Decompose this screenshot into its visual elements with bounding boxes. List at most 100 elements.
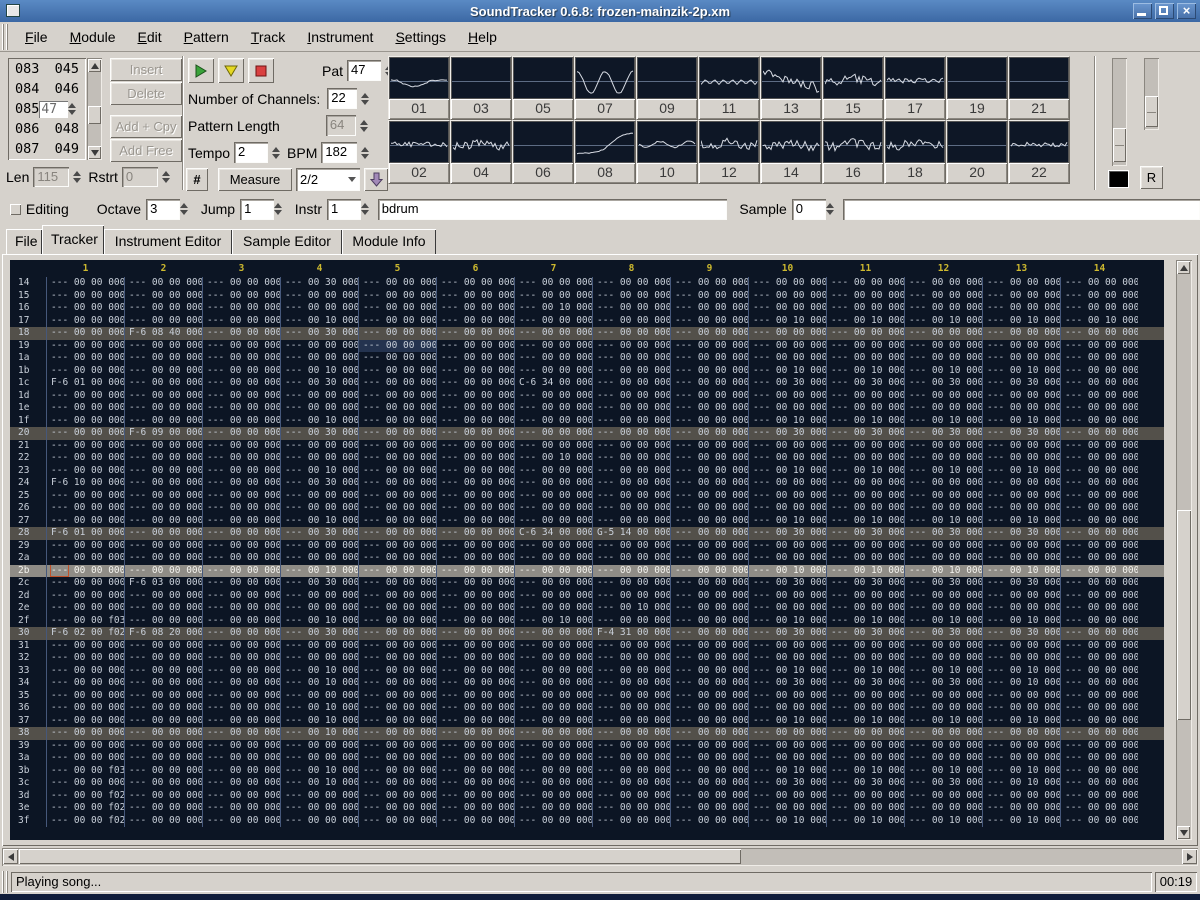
pattern-cell[interactable]: --- 00 10 000 xyxy=(982,777,1060,790)
pattern-cell[interactable]: --- 00 30 000 xyxy=(826,527,904,540)
pattern-cell[interactable]: --- 00 00 000 xyxy=(436,427,514,440)
pattern-cell[interactable]: --- 00 00 000 xyxy=(748,302,826,315)
pattern-cell[interactable]: --- 00 00 000 xyxy=(124,340,202,353)
pattern-cell[interactable]: --- 00 10 000 xyxy=(904,765,982,778)
pattern-cell[interactable]: --- 00 00 000 xyxy=(1060,815,1138,828)
pattern-cell[interactable]: --- 00 00 f02 xyxy=(46,802,124,815)
pattern-cell[interactable]: --- 00 00 000 xyxy=(202,690,280,703)
pattern-cell[interactable]: --- 00 30 000 xyxy=(904,677,982,690)
instrument-preview-19[interactable]: 19 xyxy=(946,56,1008,120)
pattern-cell[interactable]: --- 00 00 000 xyxy=(202,315,280,328)
pattern-cell[interactable]: --- 00 00 000 xyxy=(46,702,124,715)
pattern-cell[interactable]: --- 00 00 000 xyxy=(826,390,904,403)
position-list-item[interactable]: 086048 xyxy=(8,119,86,139)
position-list-item[interactable]: 083045 xyxy=(8,59,86,79)
pattern-cell[interactable]: --- 00 00 000 xyxy=(202,590,280,603)
pattern-cell[interactable]: --- 00 00 f03 xyxy=(46,765,124,778)
pattern-cell[interactable]: --- 00 00 000 xyxy=(514,652,592,665)
position-list-scrollbar[interactable] xyxy=(87,58,102,160)
pattern-cell[interactable]: --- 00 00 000 xyxy=(826,640,904,653)
pattern-cell[interactable]: --- 00 00 000 xyxy=(358,302,436,315)
pattern-cell[interactable]: --- 00 10 000 xyxy=(748,565,826,578)
pattern-cell[interactable]: --- 00 10 000 xyxy=(826,665,904,678)
pattern-cell[interactable]: --- 00 00 000 xyxy=(124,602,202,615)
pattern-cell[interactable]: --- 00 00 000 xyxy=(358,315,436,328)
pattern-cell[interactable]: --- 00 00 000 xyxy=(358,440,436,453)
pattern-cell[interactable]: --- 00 00 000 xyxy=(436,665,514,678)
pattern-cell[interactable]: --- 00 10 000 xyxy=(514,615,592,628)
pattern-cell[interactable]: --- 00 00 000 xyxy=(280,540,358,553)
pattern-cell[interactable]: --- 00 00 000 xyxy=(748,802,826,815)
pattern-cell[interactable]: --- 00 00 000 xyxy=(592,740,670,753)
pattern-cell[interactable]: --- 00 00 000 xyxy=(670,302,748,315)
pattern-cell[interactable]: --- 00 00 000 xyxy=(46,290,124,303)
pattern-cell[interactable]: F-6 03 00 000 xyxy=(124,577,202,590)
pattern-cell[interactable]: --- 00 10 000 xyxy=(826,815,904,828)
pattern-cell[interactable]: --- 00 10 000 xyxy=(748,315,826,328)
song-length-field[interactable]: 115 xyxy=(33,167,69,187)
pattern-cell[interactable]: --- 00 30 000 xyxy=(748,577,826,590)
pattern-cell[interactable]: --- 00 00 000 xyxy=(202,652,280,665)
pattern-cell[interactable]: --- 00 00 000 xyxy=(436,402,514,415)
pattern-cell[interactable]: --- 00 00 000 xyxy=(904,702,982,715)
pattern-cell[interactable]: --- 00 00 000 xyxy=(826,702,904,715)
pattern-cell[interactable]: --- 00 00 000 xyxy=(202,527,280,540)
pattern-cell[interactable]: --- 00 00 000 xyxy=(202,615,280,628)
pattern-cell[interactable]: --- 00 00 000 xyxy=(592,715,670,728)
pattern-cell[interactable]: --- 00 00 000 xyxy=(670,652,748,665)
pattern-cell[interactable]: --- 00 00 000 xyxy=(124,665,202,678)
pattern-cell[interactable]: --- 00 00 000 xyxy=(202,602,280,615)
pattern-cell[interactable]: --- 00 00 000 xyxy=(748,652,826,665)
pattern-cell[interactable]: --- 00 00 000 xyxy=(592,365,670,378)
pattern-cell[interactable]: --- 00 00 000 xyxy=(904,390,982,403)
pattern-cell[interactable]: --- 00 00 000 xyxy=(358,540,436,553)
pattern-cell[interactable]: --- 00 00 000 xyxy=(1060,802,1138,815)
pattern-cell[interactable]: --- 00 00 000 xyxy=(46,752,124,765)
pattern-cell[interactable]: --- 00 00 000 xyxy=(514,777,592,790)
pattern-cell[interactable]: --- 00 00 000 xyxy=(1060,640,1138,653)
pattern-cell[interactable]: --- 00 00 000 xyxy=(748,690,826,703)
pattern-cell[interactable]: --- 00 00 000 xyxy=(904,327,982,340)
jump-field[interactable]: 1 xyxy=(240,199,274,220)
pattern-cell[interactable]: --- 00 00 000 xyxy=(46,402,124,415)
pattern-cell[interactable]: --- 00 00 000 xyxy=(904,640,982,653)
pattern-cell[interactable]: --- 00 00 000 xyxy=(592,727,670,740)
pattern-cell[interactable]: --- 00 00 000 xyxy=(280,290,358,303)
pattern-cell[interactable]: --- 00 00 000 xyxy=(46,440,124,453)
pattern-cell[interactable]: --- 00 00 000 xyxy=(670,740,748,753)
pattern-cell[interactable]: --- 00 00 000 xyxy=(982,727,1060,740)
pattern-cell[interactable]: --- 00 00 000 xyxy=(358,752,436,765)
jazz-edit-button[interactable] xyxy=(364,168,388,191)
pattern-cell[interactable]: --- 00 00 000 xyxy=(202,552,280,565)
pattern-cell[interactable]: --- 00 00 000 xyxy=(826,327,904,340)
instrument-preview-01[interactable]: 01 xyxy=(388,56,450,120)
pattern-cell[interactable]: --- 00 10 000 xyxy=(280,677,358,690)
pattern-cell[interactable]: --- 00 00 000 xyxy=(904,340,982,353)
pattern-cell[interactable]: --- 00 00 f03 xyxy=(46,615,124,628)
pattern-cell[interactable]: --- 00 10 000 xyxy=(514,452,592,465)
measure-combo[interactable]: 2/2 xyxy=(296,168,360,191)
pattern-length-field[interactable]: 64 xyxy=(326,115,356,136)
pattern-cell[interactable]: --- 00 00 000 xyxy=(436,740,514,753)
bpm-field[interactable]: 182 xyxy=(321,142,357,163)
pattern-cell[interactable]: --- 00 10 000 xyxy=(592,602,670,615)
menu-help[interactable]: Help xyxy=(457,24,508,50)
pattern-cell[interactable]: --- 00 00 000 xyxy=(124,752,202,765)
pattern-cell[interactable]: --- 00 00 000 xyxy=(46,277,124,290)
pattern-cell[interactable]: --- 00 00 000 xyxy=(202,802,280,815)
pattern-cell[interactable]: --- 00 10 000 xyxy=(826,365,904,378)
pitchbend-slider[interactable] xyxy=(1144,58,1159,130)
pattern-cell[interactable]: --- 00 00 000 xyxy=(514,690,592,703)
pattern-cell[interactable]: --- 00 00 000 xyxy=(1060,765,1138,778)
pattern-cell[interactable]: --- 00 00 000 xyxy=(1060,627,1138,640)
pattern-cell[interactable]: --- 00 00 000 xyxy=(280,790,358,803)
pattern-cell[interactable]: --- 00 00 000 xyxy=(124,452,202,465)
pattern-cell[interactable]: --- 00 30 000 xyxy=(904,377,982,390)
song-position-list[interactable]: 08304508404608547086048087049 xyxy=(8,58,86,160)
pattern-cell[interactable]: --- 00 00 000 xyxy=(748,727,826,740)
pattern-cell[interactable]: --- 00 00 000 xyxy=(514,440,592,453)
pattern-cell[interactable]: --- 00 00 000 xyxy=(514,665,592,678)
pattern-cell[interactable]: --- 00 00 000 xyxy=(592,790,670,803)
pattern-cell[interactable]: --- 00 00 000 xyxy=(904,352,982,365)
tracker-scroll-down-icon[interactable] xyxy=(1177,826,1190,839)
